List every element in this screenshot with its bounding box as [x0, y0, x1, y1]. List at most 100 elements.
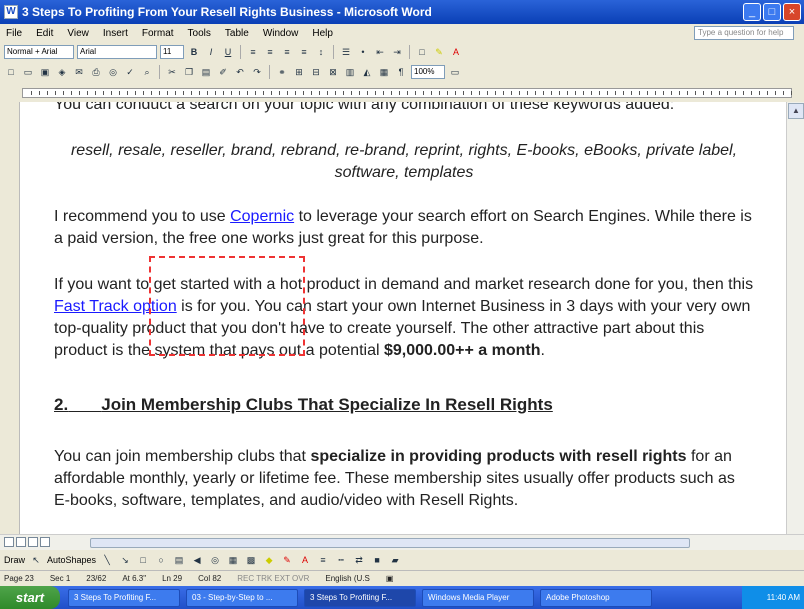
- style-select[interactable]: Normal + Arial: [4, 45, 74, 59]
- justify-icon[interactable]: ≡: [297, 45, 311, 59]
- start-button[interactable]: start: [0, 586, 60, 609]
- font-color-icon[interactable]: A: [449, 45, 463, 59]
- document-map-icon[interactable]: ▦: [377, 65, 391, 79]
- autoshapes-menu[interactable]: AutoShapes: [47, 555, 96, 565]
- print-view-icon[interactable]: [28, 537, 38, 547]
- numbering-icon[interactable]: ☰: [339, 45, 353, 59]
- ruler-tick: [351, 91, 352, 95]
- picture-icon[interactable]: ▩: [244, 553, 258, 567]
- rectangle-icon[interactable]: □: [136, 553, 150, 567]
- cut-icon[interactable]: ✂: [165, 65, 179, 79]
- print-preview-icon[interactable]: ◎: [106, 65, 120, 79]
- close-button[interactable]: ×: [783, 3, 801, 21]
- columns-icon[interactable]: ▥: [343, 65, 357, 79]
- bold-button[interactable]: B: [187, 45, 201, 59]
- copy-icon[interactable]: ❐: [182, 65, 196, 79]
- line-icon[interactable]: ╲: [100, 553, 114, 567]
- line-color-icon[interactable]: ✎: [280, 553, 294, 567]
- wordart-icon[interactable]: ◀: [190, 553, 204, 567]
- menu-edit[interactable]: Edit: [36, 28, 53, 39]
- bullets-icon[interactable]: •: [356, 45, 370, 59]
- vertical-ruler[interactable]: [0, 102, 20, 534]
- menu-view[interactable]: View: [67, 28, 89, 39]
- oval-icon[interactable]: ○: [154, 553, 168, 567]
- textbox-icon[interactable]: ▤: [172, 553, 186, 567]
- decrease-indent-icon[interactable]: ⇤: [373, 45, 387, 59]
- insert-table-icon[interactable]: ⊟: [309, 65, 323, 79]
- taskbar-item-word-1[interactable]: 3 Steps To Profiting F...: [68, 588, 180, 607]
- clipart-icon[interactable]: ▦: [226, 553, 240, 567]
- dash-style-icon[interactable]: ┅: [334, 553, 348, 567]
- paste-icon[interactable]: ▤: [199, 65, 213, 79]
- title-bar[interactable]: W 3 Steps To Profiting From Your Resell …: [0, 0, 804, 24]
- menu-insert[interactable]: Insert: [103, 28, 128, 39]
- menu-window[interactable]: Window: [263, 28, 299, 39]
- spelling-status-icon[interactable]: ▣: [386, 574, 394, 583]
- menu-file[interactable]: File: [6, 28, 22, 39]
- zoom-select[interactable]: 100%: [411, 65, 445, 79]
- menu-help[interactable]: Help: [312, 28, 333, 39]
- arrow-icon[interactable]: ↘: [118, 553, 132, 567]
- align-center-icon[interactable]: ≡: [263, 45, 277, 59]
- email-icon[interactable]: ✉: [72, 65, 86, 79]
- show-hide-icon[interactable]: ¶: [394, 65, 408, 79]
- read-icon[interactable]: ▭: [448, 65, 462, 79]
- save-icon[interactable]: ▣: [38, 65, 52, 79]
- research-icon[interactable]: ⌕: [140, 65, 154, 79]
- italic-button[interactable]: I: [204, 45, 218, 59]
- border-icon[interactable]: □: [415, 45, 429, 59]
- minimize-button[interactable]: _: [743, 3, 761, 21]
- underline-button[interactable]: U: [221, 45, 235, 59]
- hyperlink-icon[interactable]: ⚭: [275, 65, 289, 79]
- 3d-icon[interactable]: ▰: [388, 553, 402, 567]
- align-right-icon[interactable]: ≡: [280, 45, 294, 59]
- menu-table[interactable]: Table: [225, 28, 249, 39]
- fill-color-icon[interactable]: ◆: [262, 553, 276, 567]
- highlight-icon[interactable]: ✎: [432, 45, 446, 59]
- format-painter-icon[interactable]: ✐: [216, 65, 230, 79]
- diagram-icon[interactable]: ◎: [208, 553, 222, 567]
- increase-indent-icon[interactable]: ⇥: [390, 45, 404, 59]
- ruler-tick: [287, 91, 288, 95]
- permission-icon[interactable]: ◈: [55, 65, 69, 79]
- new-document-icon[interactable]: □: [4, 65, 18, 79]
- insert-excel-icon[interactable]: ⊠: [326, 65, 340, 79]
- scroll-up-icon[interactable]: ▲: [788, 103, 804, 119]
- spelling-icon[interactable]: ✓: [123, 65, 137, 79]
- scroll-thumb[interactable]: [90, 538, 690, 548]
- arrow-style-icon[interactable]: ⇄: [352, 553, 366, 567]
- line-spacing-icon[interactable]: ↕: [314, 45, 328, 59]
- menu-tools[interactable]: Tools: [188, 28, 211, 39]
- redo-icon[interactable]: ↷: [250, 65, 264, 79]
- taskbar-item-media-player[interactable]: Windows Media Player: [422, 588, 534, 607]
- outline-view-icon[interactable]: [40, 537, 50, 547]
- normal-view-icon[interactable]: [4, 537, 14, 547]
- horizontal-ruler[interactable]: [0, 84, 804, 102]
- draw-font-color-icon[interactable]: A: [298, 553, 312, 567]
- maximize-button[interactable]: □: [763, 3, 781, 21]
- align-left-icon[interactable]: ≡: [246, 45, 260, 59]
- open-folder-icon[interactable]: ▭: [21, 65, 35, 79]
- select-objects-icon[interactable]: ↖: [29, 553, 43, 567]
- taskbar-item-photoshop[interactable]: Adobe Photoshop: [540, 588, 652, 607]
- vertical-scrollbar[interactable]: ▲: [786, 102, 804, 534]
- menu-format[interactable]: Format: [142, 28, 174, 39]
- print-icon[interactable]: ⎙: [89, 65, 103, 79]
- font-size-select[interactable]: 11: [160, 45, 184, 59]
- font-select[interactable]: Arial: [77, 45, 157, 59]
- taskbar-item-word-2[interactable]: 03 - Step-by-Step to ...: [186, 588, 298, 607]
- drawing-icon[interactable]: ◭: [360, 65, 374, 79]
- undo-icon[interactable]: ↶: [233, 65, 247, 79]
- copernic-link[interactable]: Copernic: [230, 208, 294, 225]
- ask-question-box[interactable]: Type a question for help: [694, 26, 794, 40]
- ruler-tick: [55, 91, 56, 95]
- line-style-icon[interactable]: ≡: [316, 553, 330, 567]
- draw-menu[interactable]: Draw: [4, 555, 25, 565]
- web-view-icon[interactable]: [16, 537, 26, 547]
- tables-borders-icon[interactable]: ⊞: [292, 65, 306, 79]
- document-page[interactable]: You can conduct a search on your topic w…: [20, 102, 786, 534]
- shadow-icon[interactable]: ■: [370, 553, 384, 567]
- taskbar-item-word-3[interactable]: 3 Steps To Profiting F...: [304, 588, 416, 607]
- horizontal-scrollbar[interactable]: [0, 534, 804, 550]
- system-tray-clock[interactable]: 11:40 AM: [742, 586, 804, 609]
